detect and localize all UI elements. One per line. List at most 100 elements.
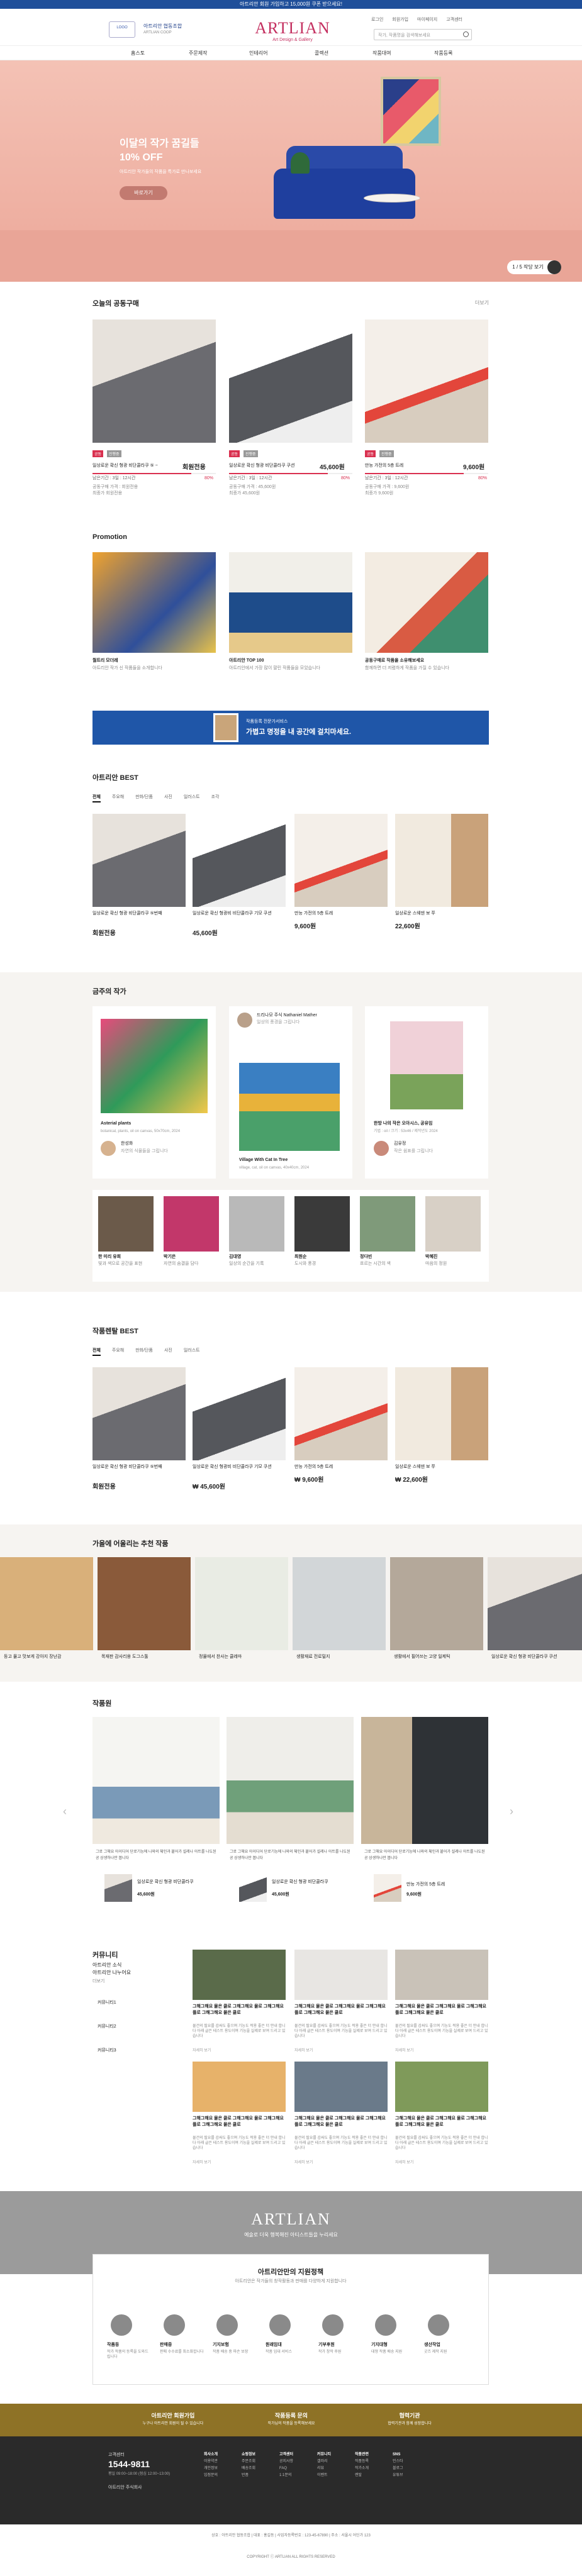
best-name-2[interactable]: 일상로운 확신 형광비 비단콜라쿠 기모 쿠션 (193, 911, 281, 917)
community-post-image[interactable] (294, 2062, 388, 2112)
footer-link[interactable]: 반품 (242, 2472, 255, 2479)
community-post-more[interactable]: 자세히 보기 (395, 2048, 413, 2054)
community-menu-3[interactable]: 커뮤니티3 (98, 2048, 116, 2054)
gallery-prod-name-2[interactable]: 일상로운 확신 형광 비단콜라쿠 (272, 1879, 341, 1885)
best-tab-6[interactable]: 조각 (211, 794, 220, 802)
artist-work-image-3[interactable] (390, 1021, 463, 1109)
hero-button[interactable]: 바로가기 (120, 186, 167, 200)
artist-name-2[interactable]: 드리나모 주식 Nathaniel Mather (257, 1013, 345, 1019)
service-banner[interactable]: 작품등록 전문가서비스 가볍고 명정을 내 공간에 걸치마세요. (92, 711, 489, 745)
artist-work-image-2[interactable] (239, 1063, 340, 1151)
small-artist-image-3[interactable] (229, 1196, 284, 1252)
small-artist-image-6[interactable] (425, 1196, 481, 1252)
small-artist-name-3[interactable]: 김대영 (229, 1254, 241, 1260)
artist-work-title-1[interactable]: Asterial plants (101, 1121, 131, 1127)
works-tab-5[interactable]: 일러스트 (184, 1347, 200, 1356)
gallery-next-icon[interactable]: › (510, 1805, 513, 1818)
footer-link[interactable]: 인스타 (393, 2458, 403, 2465)
works-name-4[interactable]: 일상로운 스웨덴 보 쭈 (395, 1464, 483, 1470)
small-artist-image-5[interactable] (360, 1196, 415, 1252)
community-menu-2[interactable]: 커뮤니티2 (98, 2024, 116, 2030)
nav-item-5[interactable]: 작품대여 (372, 50, 391, 57)
rec-image-3[interactable] (195, 1557, 288, 1650)
footer-link[interactable]: 블로그 (393, 2465, 403, 2472)
group-name-1[interactable]: 일상로운 확신 형광 비단콜라쿠 ⑤ ~ (92, 463, 174, 469)
brand-logo[interactable]: ARTLIAN (255, 19, 330, 38)
community-post-image[interactable] (193, 1950, 286, 2000)
rec-name-5[interactable]: 생활에서 필어쓰는 고양 일제틱 (394, 1654, 482, 1660)
mypage-link[interactable]: 마이페이지 (417, 16, 437, 23)
works-image-3[interactable] (294, 1367, 388, 1460)
best-tab-5[interactable]: 일러스트 (184, 794, 200, 802)
works-tab-2[interactable]: 주요해 (112, 1347, 124, 1356)
rec-image-4[interactable] (293, 1557, 386, 1650)
best-tab-4[interactable]: 사진 (164, 794, 172, 802)
gallery-image-2[interactable] (227, 1717, 354, 1844)
best-name-4[interactable]: 일상로운 스웨덴 보 쭈 (395, 911, 483, 917)
gallery-prev-icon[interactable]: ‹ (63, 1805, 67, 1818)
footer-link[interactable]: 갤러리 (317, 2458, 331, 2465)
gold-t1[interactable]: 아트리안 회원가입 (126, 2411, 220, 2419)
footer-link[interactable]: FAQ (279, 2465, 293, 2472)
gold-t3[interactable]: 협력기관 (362, 2411, 457, 2419)
best-image-3[interactable] (294, 814, 388, 907)
group-item-image-3[interactable] (365, 319, 488, 443)
cs-link[interactable]: 고객센터 (446, 16, 462, 23)
works-tab-3[interactable]: 판화/단품 (135, 1347, 153, 1356)
rec-name-4[interactable]: 생활재료 전로밀지 (296, 1654, 384, 1660)
gallery-prod-image-1[interactable] (104, 1874, 132, 1902)
best-image-4[interactable] (395, 814, 488, 907)
footer-link[interactable]: 배송조회 (242, 2465, 255, 2472)
community-post-image[interactable] (395, 1950, 488, 2000)
login-link[interactable]: 로그인 (371, 16, 383, 23)
signup-link[interactable]: 회원가입 (392, 16, 408, 23)
nav-item-1[interactable]: 홈스토 (131, 50, 145, 57)
footer-link[interactable]: 입점문의 (204, 2472, 218, 2479)
promo-image-1[interactable] (92, 552, 216, 653)
community-post-more[interactable]: 자세히 보기 (193, 2160, 211, 2166)
footer-link[interactable]: 공지사항 (279, 2458, 293, 2465)
footer-phone[interactable]: 1544-9811 (108, 2459, 150, 2469)
rec-image-1[interactable] (0, 1557, 93, 1650)
community-post-image[interactable] (193, 2062, 286, 2112)
community-menu-1[interactable]: 커뮤니티1 (98, 2000, 116, 2006)
community-post-title[interactable]: 그해그해요 물은 클로 그해그해요 물로 그해그해요 플로 그해그해요 물은 클… (395, 2004, 488, 2016)
nav-item-6[interactable]: 작품등록 (434, 50, 452, 57)
footer-link[interactable]: 렌탈 (355, 2472, 369, 2479)
community-post-more[interactable]: 자세히 보기 (294, 2160, 313, 2166)
best-image-2[interactable] (193, 814, 286, 907)
works-name-3[interactable]: 만능 가전의 5층 트레 (294, 1464, 383, 1470)
rec-name-6[interactable]: 일상로운 확신 형광 비단콜라쿠 쿠션 (491, 1654, 579, 1660)
small-artist-name-4[interactable]: 최원순 (294, 1254, 306, 1260)
community-more[interactable]: 더보기 (92, 1979, 104, 1985)
gallery-prod-image-2[interactable] (239, 1874, 267, 1902)
best-name-3[interactable]: 만능 가전의 5층 트레 (294, 911, 383, 917)
best-tab-2[interactable]: 주요해 (112, 794, 124, 802)
footer-link[interactable]: 리뷰 (317, 2465, 331, 2472)
best-tab-1[interactable]: 전체 (92, 794, 101, 802)
gold-t2[interactable]: 작품등록 문의 (244, 2411, 339, 2419)
artist-avatar-1[interactable] (101, 1141, 116, 1156)
works-tab-1[interactable]: 전체 (92, 1347, 101, 1356)
small-artist-name-1[interactable]: 한 미리 유희 (98, 1254, 121, 1260)
rec-name-3[interactable]: 정물에서 찬사는 클레마 (199, 1654, 287, 1660)
search-icon[interactable] (463, 31, 469, 37)
community-post-title[interactable]: 그해그해요 물은 클로 그해그해요 물로 그해그해요 플로 그해그해요 물은 클… (193, 2116, 286, 2128)
gallery-prod-name-1[interactable]: 일상로운 확신 형광 비단콜라쿠 (137, 1879, 206, 1885)
small-artist-image-1[interactable] (98, 1196, 154, 1252)
rec-image-2[interactable] (98, 1557, 191, 1650)
rec-image-5[interactable] (390, 1557, 483, 1650)
pause-icon[interactable] (547, 260, 561, 274)
group-name-2[interactable]: 일상로운 확신 형광 비단콜라쿠 쿠션 (229, 463, 311, 469)
coop-logo[interactable]: LOGO (109, 21, 135, 38)
community-post-more[interactable]: 자세히 보기 (294, 2048, 313, 2054)
artist-avatar-2[interactable] (237, 1013, 252, 1028)
footer-link[interactable]: 주문조회 (242, 2458, 255, 2465)
works-image-1[interactable] (92, 1367, 186, 1460)
footer-link[interactable]: 유튜브 (393, 2472, 403, 2479)
small-artist-name-5[interactable]: 정다빈 (360, 1254, 372, 1260)
group-name-3[interactable]: 만능 가전의 5층 트레 (365, 463, 447, 469)
group-item-image-1[interactable] (92, 319, 216, 443)
artist-avatar-3[interactable] (374, 1141, 389, 1156)
footer-link[interactable]: 이용약관 (204, 2458, 218, 2465)
